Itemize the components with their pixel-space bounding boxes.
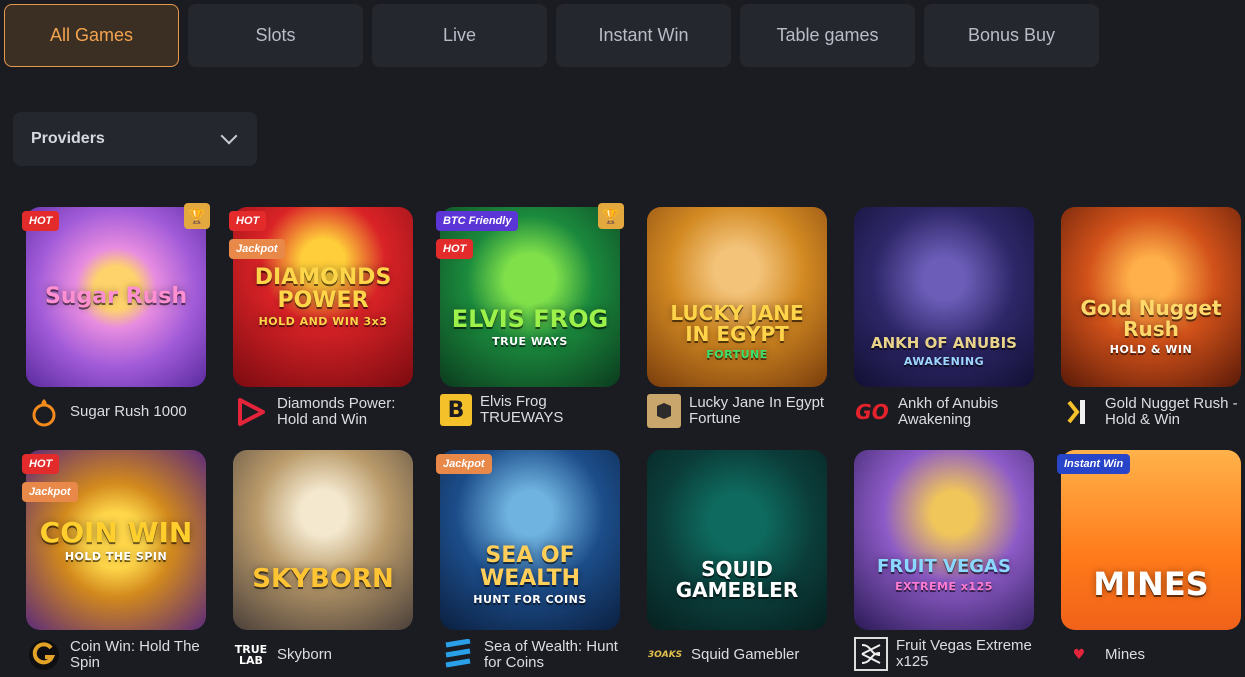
true-lab-logo: TRUE LAB [234,643,268,667]
blue-stripes-icon [440,637,476,673]
gamebeat-icon [647,394,681,428]
trophy-icon: 🏆 [598,203,624,229]
game-art-title: SKYBORN [252,564,394,595]
jackpot-badge: Jackpot [229,239,285,259]
game-art-title: Sugar Rush [45,284,187,310]
game-card-fruit-vegas-extreme[interactable]: FRUIT VEGAS EXTREME x125 Fruit Vegas Extr… [854,450,1034,677]
instant-win-badge: Instant Win [1057,454,1131,474]
tab-live[interactable]: Live [372,4,547,67]
tab-table-games[interactable]: Table games [740,4,915,67]
hot-badge: HOT [22,211,60,231]
game-thumbnail[interactable]: ANKH OF ANUBIS AWAKENING [854,207,1034,387]
jackpot-badge: Jackpot [22,482,78,502]
hot-badge: HOT [229,211,267,231]
hot-badge: HOT [22,454,60,474]
game-art-title: ELVIS FROG TRUE WAYS [451,304,609,348]
red-play-icon [233,394,269,430]
go-logo-icon: GO [855,400,889,424]
chevron-down-icon [220,127,238,145]
game-card-coin-win[interactable]: COIN WIN HOLD THE SPIN HOT Jackpot Coin Wi… [22,450,206,677]
game-thumbnail[interactable]: LUCKY JANE IN EGYPT FORTUNE [647,207,827,387]
game-name: Lucky Jane In Egypt Fortune [689,394,825,427]
tab-slots[interactable]: Slots [188,4,363,67]
btc-friendly-badge: BTC Friendly [436,211,519,231]
game-name: Squid Gamebler [691,646,800,663]
game-card-diamonds-power[interactable]: DIAMONDS POWER HOLD AND WIN 3x3 HOT Jackpo… [229,207,413,437]
game-art-title: SQUID GAMEBLER [675,557,799,602]
game-card-elvis-frog[interactable]: ELVIS FROG TRUE WAYS BTC Friendly HOT 🏆 B … [436,203,624,437]
game-name: Sugar Rush 1000 [70,403,187,420]
game-name: Coin Win: Hold The Spin [70,638,200,671]
tab-instant-win[interactable]: Instant Win [556,4,731,67]
game-card-sugar-rush-1000[interactable]: Sugar Rush HOT 🏆 Sugar Rush 1000 [22,203,210,437]
game-name: Mines [1105,646,1146,663]
game-art-title: Gold Nugget Rush HOLD & WIN [1080,296,1222,357]
jackpot-badge: Jackpot [436,454,492,474]
game-art-title: ANKH OF ANUBIS AWAKENING [871,334,1017,369]
booming-icon [1061,394,1097,430]
game-art-title: SEA OF WEALTH HUNT FOR COINS [473,543,587,607]
game-art-title: MINES [1093,565,1209,604]
game-thumbnail[interactable]: SEA OF WEALTH HUNT FOR COINS [440,450,620,630]
heart-icon: ♥ [1072,647,1086,663]
providers-dropdown[interactable]: Providers [13,112,257,166]
game-card-ankh-of-anubis[interactable]: ANKH OF ANUBIS AWAKENING GO Ankh of Anubi… [854,207,1034,437]
game-thumbnail[interactable]: SQUID GAMEBLER [647,450,827,630]
game-thumbnail[interactable]: Sugar Rush [26,207,206,387]
tab-bonus-buy[interactable]: Bonus Buy [924,4,1099,67]
providers-label: Providers [31,130,105,147]
game-thumbnail[interactable]: SKYBORN [233,450,413,630]
game-thumbnail[interactable]: Gold Nugget Rush HOLD & WIN [1061,207,1241,387]
game-art-title: DIAMONDS POWER HOLD AND WIN 3x3 [254,265,392,329]
game-card-gold-nugget-rush[interactable]: Gold Nugget Rush HOLD & WIN Gold Nugget R… [1061,207,1241,437]
3oaks-logo: 3OAKS [647,650,683,660]
pragmatic-orange-icon [26,394,62,430]
tab-all-games[interactable]: All Games [4,4,179,67]
game-name: Sea of Wealth: Hunt for Coins [484,638,618,671]
game-art-title: FRUIT VEGAS EXTREME x125 [877,555,1011,593]
game-name: Gold Nugget Rush - Hold & Win [1105,395,1238,428]
gamzix-g-icon [26,637,62,673]
game-name: Ankh of Anubis Awakening [898,395,999,428]
bgaming-b-icon: B [440,394,472,426]
game-art-title: LUCKY JANE IN EGYPT FORTUNE [670,301,804,362]
game-thumbnail[interactable]: MINES [1061,450,1241,630]
knot-logo-icon [854,637,888,671]
trophy-icon: 🏆 [184,203,210,229]
game-card-squid-gamebler[interactable]: SQUID GAMEBLER 3OAKS Squid Gamebler [647,450,827,677]
game-thumbnail[interactable]: FRUIT VEGAS EXTREME x125 [854,450,1034,630]
game-name: Fruit Vegas Extreme x125 [896,637,1032,670]
game-card-lucky-jane[interactable]: LUCKY JANE IN EGYPT FORTUNE Lucky Jane In… [647,207,827,437]
game-name: Diamonds Power: Hold and Win [277,395,396,428]
category-tabs: All Games Slots Live Instant Win Table g… [4,4,1099,67]
hot-badge: HOT [436,239,474,259]
game-card-skyborn[interactable]: SKYBORN TRUE LAB Skyborn [233,450,413,677]
game-art-title: COIN WIN HOLD THE SPIN [39,515,193,563]
game-name: Elvis Frog TRUEWAYS [480,393,564,426]
game-name: Skyborn [277,646,333,663]
game-card-sea-of-wealth[interactable]: SEA OF WEALTH HUNT FOR COINS Jackpot Sea … [436,450,620,677]
game-card-mines[interactable]: MINES Instant Win ♥ Mines [1057,450,1241,677]
